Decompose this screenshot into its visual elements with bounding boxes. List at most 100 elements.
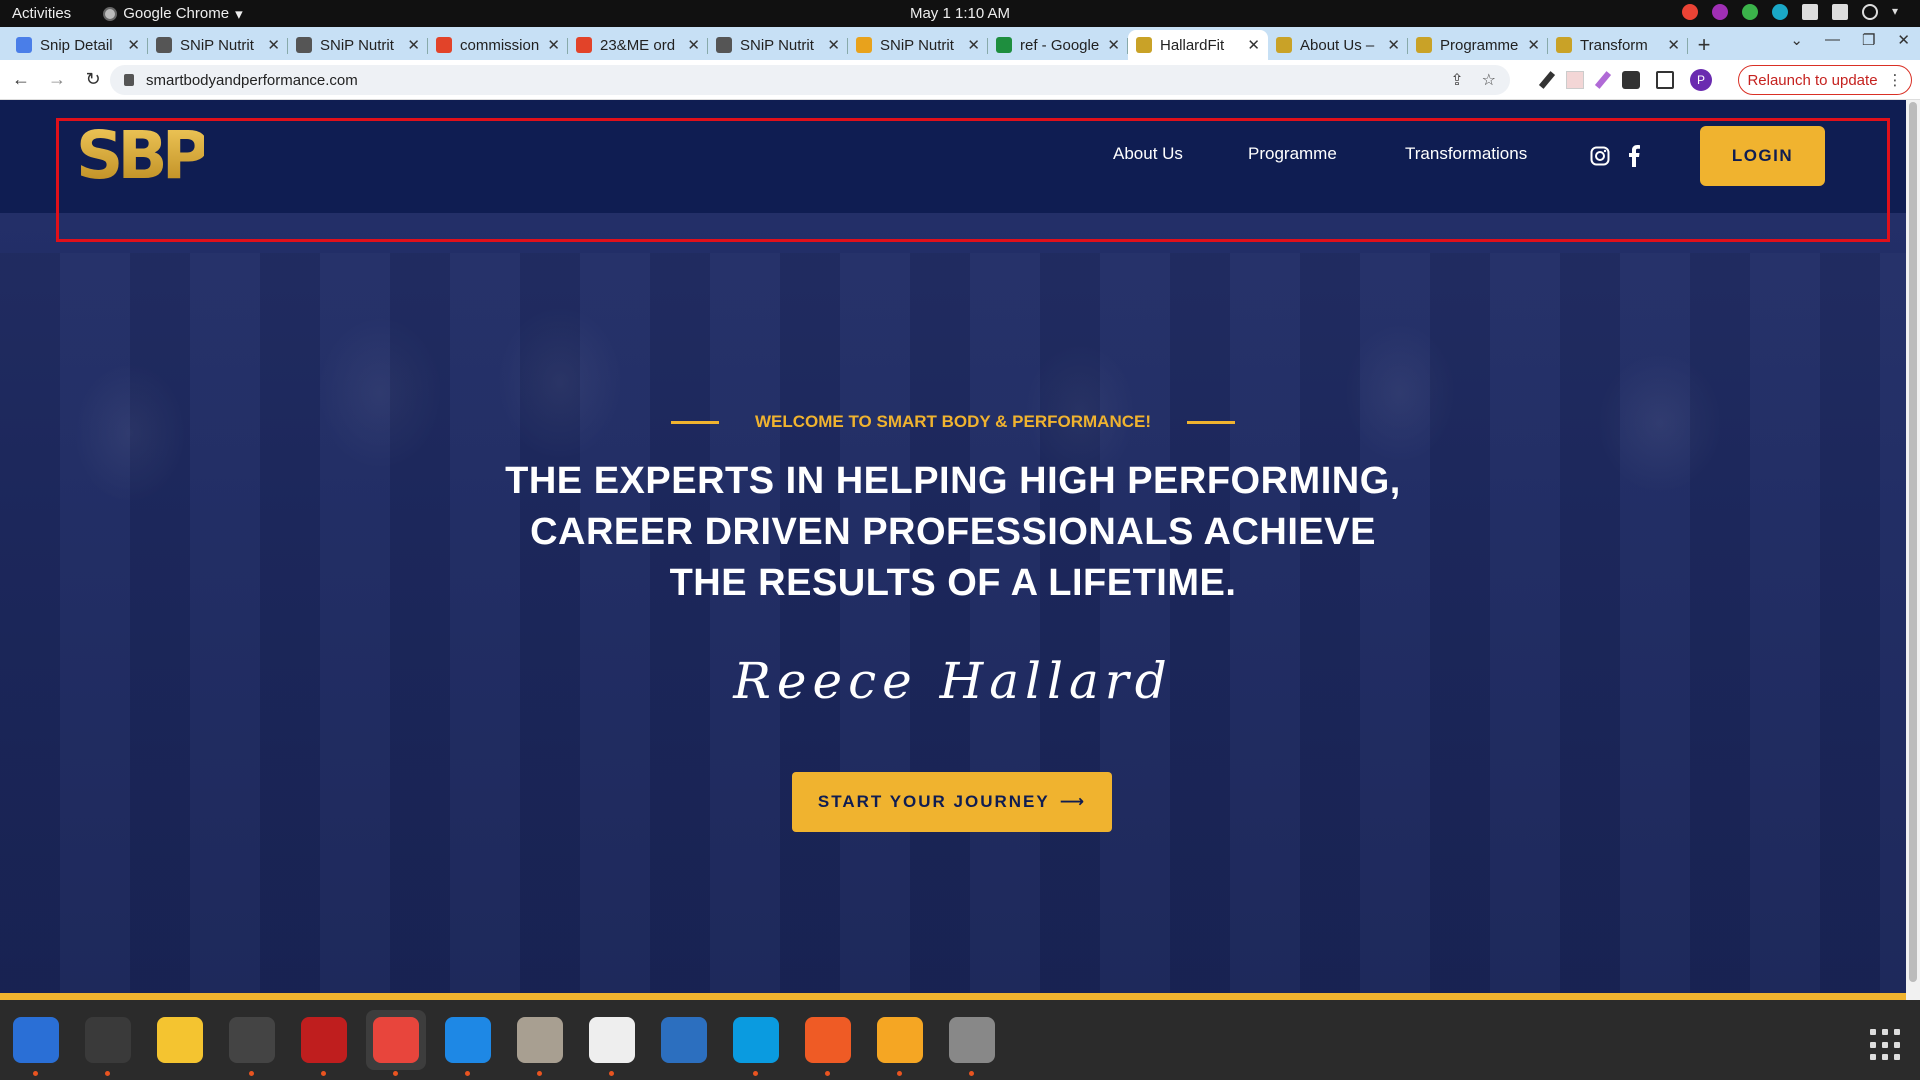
document-viewer-icon[interactable]	[654, 1010, 714, 1070]
tab-title: HallardFit	[1160, 36, 1225, 54]
close-icon[interactable]: ✕	[407, 36, 420, 54]
close-icon[interactable]: ✕	[1667, 36, 1680, 54]
close-icon[interactable]: ✕	[267, 36, 280, 54]
thunderbird-icon[interactable]	[6, 1010, 66, 1076]
close-icon[interactable]: ✕	[1387, 36, 1400, 54]
scrollbar-thumb[interactable]	[1909, 102, 1917, 982]
close-icon[interactable]: ✕	[1527, 36, 1540, 54]
more-vertical-icon[interactable]: ⋮	[1888, 71, 1903, 89]
tab-title: About Us –	[1300, 36, 1375, 54]
restore-icon[interactable]: ❐	[1862, 31, 1875, 49]
postman-icon[interactable]	[798, 1010, 858, 1076]
cta-label: START YOUR JOURNEY	[817, 792, 1050, 811]
back-icon[interactable]: ←	[6, 69, 36, 90]
tray-app-icon[interactable]	[1712, 4, 1728, 20]
address-bar[interactable]: smartbodyandperformance.com ⇪ ☆	[110, 65, 1510, 95]
skype-icon[interactable]	[726, 1010, 786, 1076]
dock-app-glyph	[805, 1017, 851, 1063]
window-controls: ⌄ — ❐ ✕	[1790, 31, 1910, 49]
tab-title: 23&ME ord	[600, 36, 676, 54]
tab-programme[interactable]: Programme ✕	[1408, 30, 1548, 60]
calendar-extension-icon[interactable]	[1566, 71, 1584, 89]
side-panel-icon[interactable]	[1656, 71, 1674, 89]
close-icon[interactable]: ✕	[1107, 36, 1120, 54]
extensions-puzzle-icon[interactable]	[1622, 71, 1640, 89]
system-tray[interactable]: ▾	[1682, 4, 1908, 20]
tab-snip-nutrit[interactable]: SNiP Nutrit ✕	[848, 30, 988, 60]
tab-hallardfit[interactable]: HallardFit ✕	[1128, 30, 1268, 60]
gitlab-icon	[576, 37, 592, 53]
tab-commission[interactable]: commission ✕	[428, 30, 568, 60]
terminal-icon[interactable]	[78, 1010, 138, 1076]
tab-23-me-ord[interactable]: 23&ME ord ✕	[568, 30, 708, 60]
running-indicator	[465, 1071, 470, 1076]
tab-strip: Snip Detail ✕ SNiP Nutrit ✕ SNiP Nutrit ✕ comm…	[0, 27, 1920, 60]
files-icon[interactable]	[510, 1010, 570, 1076]
close-icon[interactable]: ✕	[547, 36, 560, 54]
bookmark-star-icon[interactable]: ☆	[1482, 70, 1496, 90]
tray-app-icon[interactable]	[1772, 4, 1788, 20]
chrome-icon[interactable]	[366, 1010, 426, 1076]
instagram-icon[interactable]	[1590, 146, 1610, 166]
sbp-logo[interactable]: SBP	[76, 122, 204, 188]
tray-app-icon[interactable]	[1742, 4, 1758, 20]
eyedropper-extension-icon[interactable]	[1538, 71, 1556, 89]
activities-button[interactable]: Activities	[12, 5, 71, 22]
power-icon[interactable]	[1862, 4, 1878, 20]
notes-icon[interactable]	[150, 1010, 210, 1070]
forward-icon[interactable]: →	[42, 69, 72, 90]
minimize-icon[interactable]: —	[1825, 31, 1840, 49]
nav-transformations[interactable]: Transformations	[1405, 144, 1527, 164]
reload-icon[interactable]: ↻	[78, 69, 108, 90]
firefox-dev-icon[interactable]	[870, 1010, 930, 1076]
extensions-area: P	[1538, 69, 1712, 91]
close-icon[interactable]: ✕	[827, 36, 840, 54]
disk-icon[interactable]	[942, 1010, 1002, 1076]
page-scrollbar[interactable]	[1906, 100, 1920, 1000]
new-tab-button[interactable]: +	[1688, 30, 1720, 60]
team-photo	[0, 253, 1906, 993]
close-icon[interactable]: ✕	[687, 36, 700, 54]
chrome-tray-icon[interactable]	[1682, 4, 1698, 20]
url-text[interactable]: smartbodyandperformance.com	[146, 72, 358, 89]
tab-title: Programme	[1440, 36, 1519, 54]
logo-text: SBP	[76, 122, 204, 188]
tab-snip-nutrit[interactable]: SNiP Nutrit ✕	[708, 30, 848, 60]
system-monitor-icon[interactable]	[222, 1010, 282, 1076]
tab-about-us[interactable]: About Us – ✕	[1268, 30, 1408, 60]
vscode-icon[interactable]	[438, 1010, 498, 1076]
nav-about-us[interactable]: About Us	[1113, 144, 1183, 164]
tab-snip-nutrit[interactable]: SNiP Nutrit ✕	[288, 30, 428, 60]
start-your-journey-button[interactable]: START YOUR JOURNEY ⟶	[792, 772, 1112, 832]
tab-snip-detail[interactable]: Snip Detail ✕	[8, 30, 148, 60]
lock-icon[interactable]	[124, 74, 134, 86]
volume-icon[interactable]	[1832, 4, 1848, 20]
close-window-icon[interactable]: ✕	[1897, 31, 1910, 49]
profile-avatar[interactable]: P	[1690, 69, 1712, 91]
clock[interactable]: May 1 1:10 AM	[0, 5, 1920, 22]
text-editor-icon[interactable]	[582, 1010, 642, 1076]
filezilla-icon[interactable]	[294, 1010, 354, 1076]
welcome-tagline: WELCOME TO SMART BODY & PERFORMANCE!	[0, 412, 1906, 432]
share-icon[interactable]: ⇪	[1450, 70, 1463, 90]
show-applications-icon[interactable]	[1870, 1029, 1902, 1061]
relaunch-to-update-button[interactable]: Relaunch to update ⋮	[1738, 65, 1912, 95]
nav-programme[interactable]: Programme	[1248, 144, 1337, 164]
tab-ref-google[interactable]: ref - Google ✕	[988, 30, 1128, 60]
login-button[interactable]: LOGIN	[1700, 126, 1825, 186]
dock-app-glyph	[85, 1017, 131, 1063]
snip-icon	[156, 37, 172, 53]
facebook-icon[interactable]	[1627, 145, 1641, 167]
close-icon[interactable]: ✕	[1247, 36, 1260, 54]
tab-transform[interactable]: Transform ✕	[1548, 30, 1688, 60]
pen-extension-icon[interactable]	[1594, 71, 1612, 89]
tab-search-icon[interactable]: ⌄	[1790, 31, 1803, 49]
close-icon[interactable]: ✕	[127, 36, 140, 54]
tab-snip-nutrit[interactable]: SNiP Nutrit ✕	[148, 30, 288, 60]
snip-icon	[296, 37, 312, 53]
dock-app-glyph	[661, 1017, 707, 1063]
chevron-down-icon[interactable]: ▾	[1892, 4, 1908, 20]
app-menu[interactable]: Google Chrome ▾	[103, 5, 243, 23]
network-icon[interactable]	[1802, 4, 1818, 20]
close-icon[interactable]: ✕	[967, 36, 980, 54]
